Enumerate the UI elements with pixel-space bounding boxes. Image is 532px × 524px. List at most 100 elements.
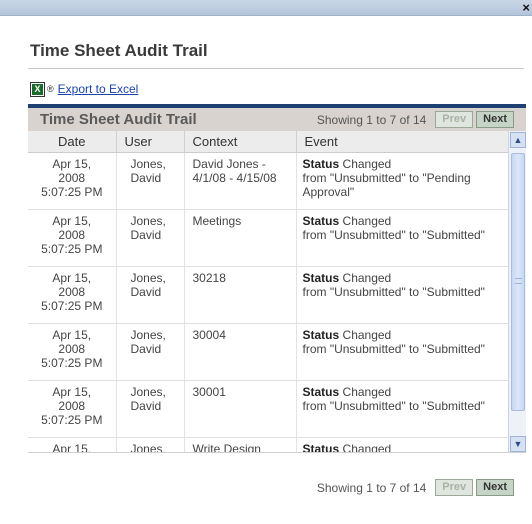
date-line: Apr 15,: [52, 213, 92, 228]
event-action: Changed: [339, 384, 392, 399]
date-line: 2008: [58, 398, 86, 413]
user-first-name: David: [130, 227, 162, 242]
event-field: Status: [302, 441, 340, 453]
page-title: Time Sheet Audit Trail: [30, 41, 208, 60]
event-detail: from "Unsubmitted" to "Submitted": [302, 284, 485, 299]
event-field: Status: [302, 156, 340, 171]
table-row[interactable]: Apr 15, 2008 5:07:25 PM Jones, David 30004 Sta…: [28, 323, 509, 381]
excel-icon-glyph: X: [32, 83, 43, 95]
date-line: Apr 15,: [52, 441, 92, 453]
user-last-name: Jones,: [130, 441, 166, 453]
audit-table: Date User Context Event Apr 15, 2008 5:07:…: [28, 131, 509, 453]
pager-status: Showing 1 to 7 of 14: [316, 112, 427, 127]
event-title: Status Changed: [303, 271, 508, 285]
user-first-name: David: [130, 341, 162, 356]
column-header-user[interactable]: User: [116, 131, 185, 153]
cell-user: Jones,David: [116, 152, 185, 210]
close-icon[interactable]: ×: [522, 0, 530, 16]
context-line: Write Design: [192, 441, 261, 453]
event-title: Status Changed: [303, 328, 508, 342]
pager-status-bottom: Showing 1 to 7 of 14: [316, 480, 427, 495]
column-header-date[interactable]: Date: [28, 131, 117, 153]
event-detail: from "Unsubmitted" to "Submitted": [302, 341, 485, 356]
vertical-scrollbar[interactable]: ▲ ▼: [508, 131, 526, 452]
event-title: Status Changed: [303, 214, 508, 228]
event-title: Status Changed: [302, 441, 508, 453]
cell-context: 30001: [184, 380, 297, 438]
grip-icon: [515, 278, 522, 284]
event-detail: from "Unsubmitted" to "Pending Approval": [302, 170, 471, 199]
user-first-name: David: [130, 398, 162, 413]
table-row[interactable]: Apr 15, 2008 5:07:25 PM Jones, David 30218 Sta…: [28, 266, 509, 324]
date-line: 2008: [58, 341, 86, 356]
time-line: 5:07:25 PM: [41, 355, 103, 370]
event-detail: from "Unsubmitted" to "Submitted": [302, 227, 485, 242]
cell-context: Write Design: [184, 437, 297, 453]
next-button[interactable]: Next: [476, 111, 514, 128]
cell-user: Jones,David: [116, 209, 185, 267]
cell-context: David Jones -4/1/08 - 4/15/08: [184, 152, 297, 210]
cell-context: 30004: [184, 323, 297, 381]
cell-event: Status Changedfrom "Unsubmitted" to "Sub…: [296, 209, 509, 267]
date-line: 2008: [58, 170, 86, 185]
scroll-down-icon[interactable]: ▼: [510, 436, 526, 452]
cell-user: Jones,David: [116, 266, 185, 324]
cell-event: Status Changedfrom "Unsubmitted" to "Sub…: [296, 266, 509, 324]
audit-trail-panel: Time Sheet Audit Trail Showing 1 to 7 of…: [28, 104, 526, 499]
cell-date: Apr 15, 2008 5:07:25 PM: [28, 323, 117, 381]
cell-event: Status Changedfrom "Unsubmitted" to "Sub…: [296, 323, 509, 381]
next-button-bottom[interactable]: Next: [476, 479, 514, 496]
column-header-context[interactable]: Context: [184, 131, 297, 153]
time-line: 5:07:25 PM: [41, 298, 103, 313]
scroll-up-icon[interactable]: ▲: [510, 132, 526, 148]
export-to-excel-link[interactable]: Export to Excel: [58, 82, 139, 96]
cell-context: 30218: [184, 266, 297, 324]
event-action: Changed: [339, 441, 392, 453]
cell-user: Jones,David: [116, 323, 185, 381]
user-last-name: Jones,: [130, 384, 166, 399]
panel-title: Time Sheet Audit Trail: [40, 111, 197, 128]
user-last-name: Jones,: [130, 156, 166, 171]
event-action: Changed: [339, 213, 392, 228]
user-last-name: Jones,: [130, 213, 166, 228]
table-row[interactable]: Apr 15,2008Jones,David Write Design Status…: [28, 437, 509, 453]
time-line: 5:07:25 PM: [41, 184, 103, 199]
context-line: 4/1/08 - 4/15/08: [192, 170, 277, 185]
date-line: Apr 15,: [52, 156, 92, 171]
prev-button[interactable]: Prev: [435, 111, 474, 128]
audit-table-container: Date User Context Event Apr 15, 2008 5:07:…: [28, 131, 526, 453]
cell-date: Apr 15,2008: [28, 437, 117, 453]
context-line: 30001: [192, 384, 226, 399]
cell-event: Status Changed from "Unsubmitted" to "Pen…: [296, 152, 509, 210]
event-field: Status: [302, 327, 340, 342]
cell-date: Apr 15, 2008 5:07:25 PM: [28, 266, 117, 324]
user-first-name: David: [130, 284, 162, 299]
prev-button-bottom[interactable]: Prev: [435, 479, 474, 496]
scrollbar-thumb[interactable]: [511, 153, 525, 411]
table-row[interactable]: Apr 15, 2008 5:07:25 PM Jones, David 30001 Sta…: [28, 380, 509, 438]
date-line: 2008: [58, 284, 86, 299]
event-detail: from "Unsubmitted" to "Submitted": [302, 398, 485, 413]
registered-mark: ®: [47, 84, 54, 94]
date-line: Apr 15,: [52, 384, 92, 399]
event-title: Status Changed: [303, 157, 508, 171]
panel-header: Time Sheet Audit Trail Showing 1 to 7 of…: [28, 108, 526, 131]
time-line: 5:07:25 PM: [41, 241, 103, 256]
event-field: Status: [302, 384, 340, 399]
cell-user: Jones,David: [116, 437, 185, 453]
context-line: 30218: [192, 270, 226, 285]
column-header-event[interactable]: Event: [296, 131, 509, 153]
event-action: Changed: [339, 327, 392, 342]
cell-date: Apr 15, 2008 5:07:25 PM: [28, 209, 117, 267]
date-line: Apr 15,: [52, 327, 92, 342]
context-line: David Jones -: [192, 156, 266, 171]
table-header-row: Date User Context Event: [28, 131, 509, 153]
user-last-name: Jones,: [130, 270, 166, 285]
table-row[interactable]: Apr 15, 2008 5:07:25 PM Jones, David Meetings…: [28, 209, 509, 267]
excel-icon[interactable]: X: [30, 81, 45, 97]
context-line: 30004: [192, 327, 226, 342]
table-row[interactable]: Apr 15, 2008 5:07:25 PM Jones, David David Jo…: [28, 152, 509, 210]
export-row: X ® Export to Excel: [30, 80, 138, 98]
user-first-name: David: [130, 170, 162, 185]
pager-bottom: Showing 1 to 7 of 14 Prev Next: [317, 479, 514, 496]
